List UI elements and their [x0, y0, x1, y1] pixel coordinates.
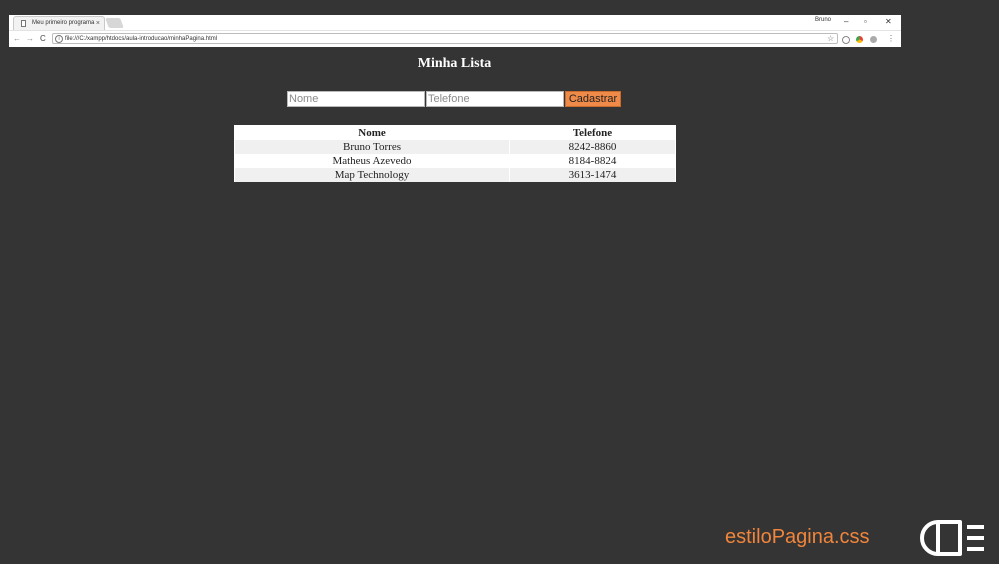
contacts-table: Nome Telefone Bruno Torres 8242-8860 Mat…: [234, 125, 676, 182]
cell-telefone: 3613-1474: [510, 168, 675, 182]
nome-input[interactable]: [287, 91, 425, 107]
header-telefone: Telefone: [510, 125, 675, 140]
forward-icon[interactable]: →: [26, 32, 34, 45]
address-bar[interactable]: i file:///C:/xampp/htdocs/aula-introduca…: [52, 33, 838, 44]
css-filename-label: estiloPagina.css: [725, 526, 870, 548]
cell-nome: Bruno Torres: [235, 140, 509, 154]
cadastrar-button[interactable]: Cadastrar: [565, 91, 621, 107]
table-header-row: Nome Telefone: [235, 125, 675, 140]
browser-window: Meu primeiro programa × Bruno – ▫ ✕ ← → …: [9, 15, 901, 47]
minimize-icon[interactable]: –: [844, 16, 848, 28]
tab-bar: Meu primeiro programa × Bruno – ▫ ✕: [9, 15, 901, 30]
cell-telefone: 8184-8824: [510, 154, 675, 168]
table-row: Map Technology 3613-1474: [235, 168, 675, 182]
brand-logo-icon: [920, 520, 984, 556]
restore-icon[interactable]: ▫: [864, 16, 867, 28]
page-title: Minha Lista: [417, 56, 492, 71]
new-tab-button[interactable]: [105, 18, 124, 28]
extension-icon[interactable]: [842, 36, 850, 44]
bookmark-star-icon[interactable]: ☆: [827, 33, 834, 45]
close-window-icon[interactable]: ✕: [885, 16, 892, 28]
cell-telefone: 8242-8860: [510, 140, 675, 154]
reload-icon[interactable]: C: [40, 32, 46, 45]
table-row: Matheus Azevedo 8184-8824: [235, 154, 675, 168]
chrome-extension-icon[interactable]: [856, 36, 863, 43]
tab-title: Meu primeiro programa: [32, 20, 95, 26]
back-icon[interactable]: ←: [13, 32, 21, 45]
table-row: Bruno Torres 8242-8860: [235, 140, 675, 154]
tab-close-icon[interactable]: ×: [96, 17, 100, 30]
cell-nome: Matheus Azevedo: [235, 154, 509, 168]
url-text[interactable]: file:///C:/xampp/htdocs/aula-introducao/…: [65, 34, 217, 44]
toolbar: ← → C i file:///C:/xampp/htdocs/aula-int…: [9, 30, 901, 47]
extension-icon-2[interactable]: [870, 36, 877, 43]
page-icon: [21, 20, 26, 27]
header-nome: Nome: [235, 125, 509, 140]
telefone-input[interactable]: [426, 91, 564, 107]
profile-name[interactable]: Bruno: [815, 17, 831, 23]
menu-icon[interactable]: ⋮: [887, 33, 895, 45]
info-icon[interactable]: i: [55, 35, 63, 43]
cell-nome: Map Technology: [235, 168, 509, 182]
tab-meu-primeiro-programa[interactable]: Meu primeiro programa ×: [13, 16, 105, 30]
